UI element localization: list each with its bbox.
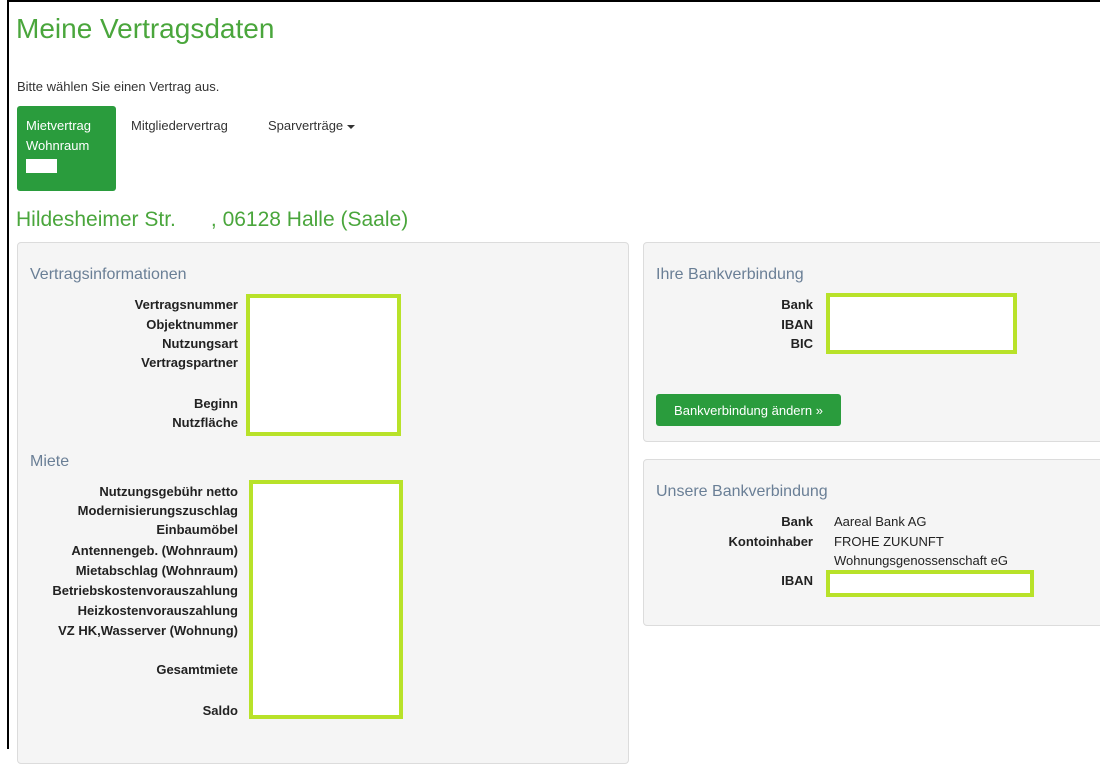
tab-label-line2: Wohnraum — [26, 138, 90, 153]
label-einbaumoebel: Einbaumöbel — [156, 522, 238, 537]
intro-text: Bitte wählen Sie einen Vertrag aus. — [17, 79, 220, 94]
label-heizkosten: Heizkostenvorauszahlung — [77, 603, 238, 618]
label-modernisierungszuschlag: Modernisierungszuschlag — [77, 503, 238, 518]
label-iban: IBAN — [781, 317, 813, 332]
redacted-contract-number — [26, 159, 57, 173]
tab-label: Sparverträge — [268, 118, 344, 133]
label-nutzungsgebuehr: Nutzungsgebühr netto — [99, 484, 238, 499]
tab-sparvertraege[interactable]: Sparverträge — [268, 118, 356, 133]
section-title-rent: Miete — [30, 453, 70, 470]
label-nutzungsart: Nutzungsart — [162, 336, 238, 351]
label-gesamtmiete: Gesamtmiete — [156, 662, 238, 677]
redacted-contract-values — [246, 294, 401, 436]
page-title: Meine Vertragsdaten — [16, 13, 275, 44]
label-mietabschlag: Mietabschlag (Wohnraum) — [75, 563, 238, 578]
contract-address: Hildesheimer Str. , 06128 Halle (Saale) — [16, 208, 409, 231]
label-our-bank: Bank — [781, 514, 813, 529]
label-vz-hk-wasser: VZ HK,Wasserver (Wohnung) — [58, 623, 238, 638]
section-title-your-bank: Ihre Bankverbindung — [656, 266, 804, 283]
label-saldo: Saldo — [202, 703, 238, 718]
tab-label-line1: Mietvertrag — [26, 118, 92, 133]
label-vertragspartner: Vertragspartner — [141, 355, 238, 370]
label-nutzflaeche: Nutzfläche — [172, 415, 238, 430]
section-title-our-bank: Unsere Bankverbindung — [656, 483, 828, 500]
account-holder-line2: Wohnungsgenossenschaft eG — [834, 553, 1008, 568]
label-betriebskosten: Betriebskostenvorauszahlung — [52, 583, 238, 598]
label-antennengeb: Antennengeb. (Wohnraum) — [71, 543, 238, 558]
tab-mietvertrag-wohnraum[interactable]: Mietvertrag Wohnraum — [17, 106, 116, 191]
label-bank: Bank — [781, 297, 813, 312]
redacted-your-bank-values — [826, 293, 1017, 354]
redacted-our-iban — [826, 570, 1034, 597]
change-bank-details-button[interactable]: Bankverbindung ändern » — [656, 394, 841, 426]
label-kontoinhaber: Kontoinhaber — [728, 534, 814, 549]
caret-down-icon — [347, 124, 356, 129]
label-objektnummer: Objektnummer — [146, 317, 238, 332]
section-title-contract-info: Vertragsinformationen — [30, 266, 187, 283]
frame-border-left — [7, 0, 9, 749]
label-bic: BIC — [790, 336, 813, 351]
frame-border-top — [7, 0, 1100, 2]
our-bank-name: Aareal Bank AG — [834, 514, 927, 529]
label-vertragsnummer: Vertragsnummer — [134, 297, 238, 312]
redacted-rent-values — [249, 480, 403, 719]
account-holder-line1: FROHE ZUKUNFT — [834, 534, 944, 549]
tab-mitgliedervertrag[interactable]: Mitgliedervertrag — [131, 118, 228, 133]
label-our-iban: IBAN — [781, 573, 813, 588]
label-beginn: Beginn — [193, 396, 238, 411]
